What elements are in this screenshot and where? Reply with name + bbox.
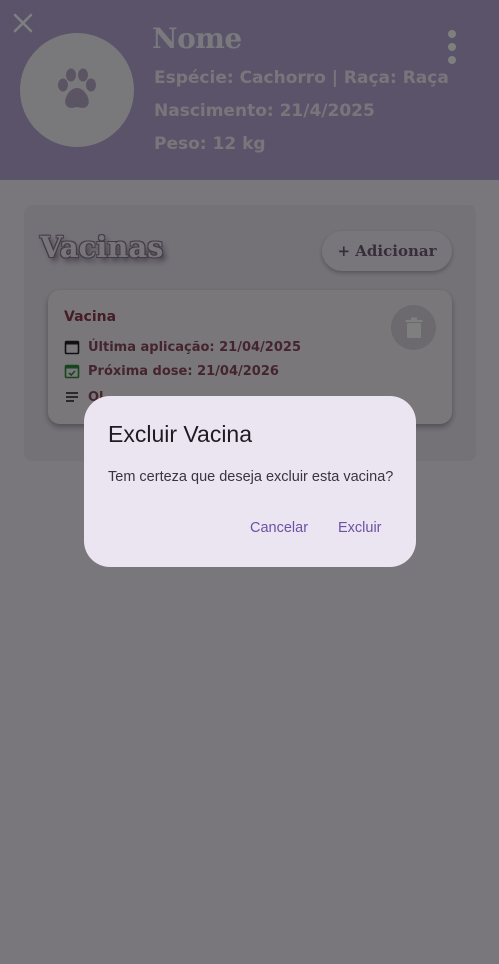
confirm-delete-button[interactable]: Excluir — [338, 516, 382, 540]
cancel-button[interactable]: Cancelar — [250, 516, 308, 540]
delete-confirm-dialog: Excluir Vacina Tem certeza que deseja ex… — [84, 396, 416, 567]
dialog-message: Tem certeza que deseja excluir esta vaci… — [108, 469, 394, 485]
dialog-title: Excluir Vacina — [108, 421, 253, 447]
